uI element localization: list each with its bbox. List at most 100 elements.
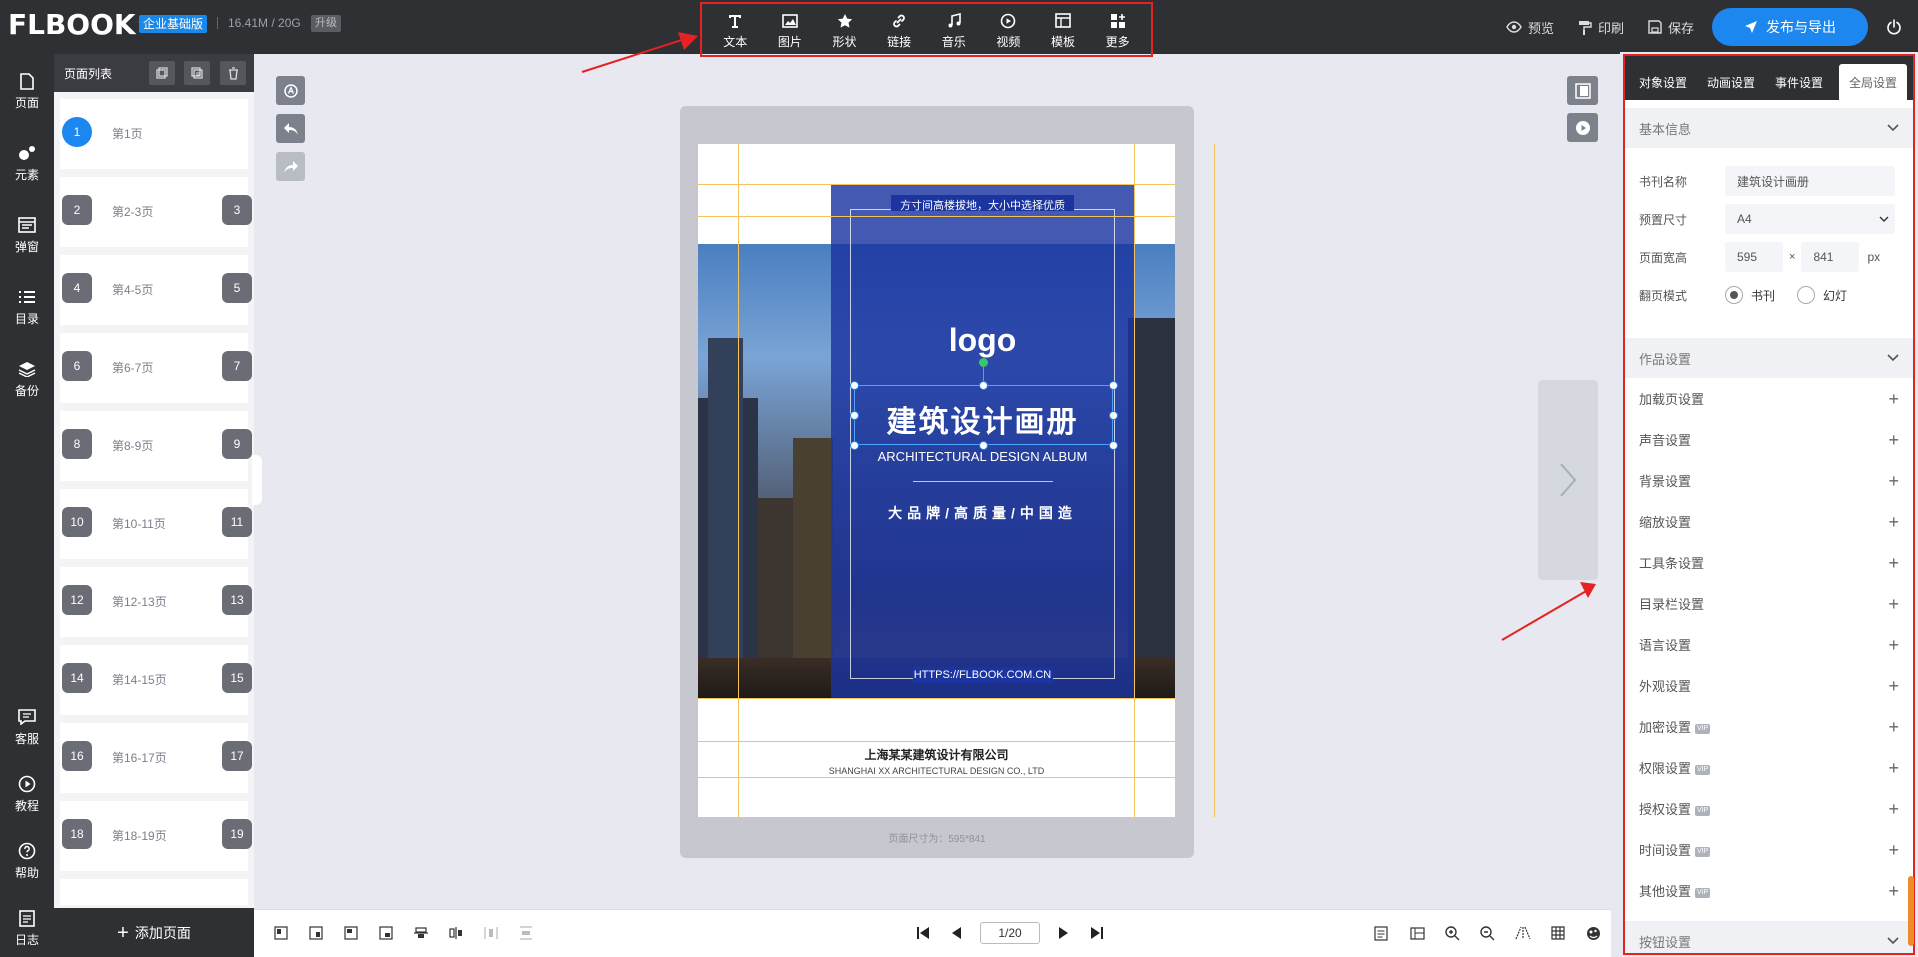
settings-item[interactable]: 声音设置 + — [1625, 419, 1913, 460]
page-item[interactable] — [60, 879, 248, 905]
nav-page[interactable]: 页面 — [0, 70, 54, 111]
nav-support[interactable]: 客服 — [0, 706, 54, 747]
section-basic-info[interactable]: 基本信息 — [1625, 108, 1913, 148]
power-icon[interactable] — [1882, 19, 1906, 35]
next-page-button-bottom[interactable] — [1050, 922, 1076, 944]
cover-tagline[interactable]: 大品牌/高质量/中国造 — [831, 503, 1134, 523]
selection-box[interactable] — [854, 385, 1113, 445]
publish-export-button[interactable]: 发布与导出 — [1712, 8, 1868, 46]
scrollbar[interactable] — [1908, 876, 1914, 946]
align-bottom-icon[interactable] — [307, 924, 325, 942]
layout-icon[interactable] — [1408, 924, 1426, 942]
distribute-h-icon[interactable] — [482, 924, 500, 942]
page-width-input[interactable]: 595 — [1725, 242, 1783, 272]
resize-handle[interactable] — [979, 381, 988, 390]
settings-item[interactable]: 外观设置 + — [1625, 665, 1913, 706]
resize-handle[interactable] — [850, 381, 859, 390]
tab-object-settings[interactable]: 对象设置 — [1629, 64, 1697, 100]
settings-item[interactable]: 目录栏设置 + — [1625, 583, 1913, 624]
tool-image[interactable]: 图片 — [764, 10, 816, 50]
distribute-v-icon[interactable] — [517, 924, 535, 942]
settings-item[interactable]: 语言设置 + — [1625, 624, 1913, 665]
preview-button[interactable]: 预览 — [1506, 18, 1554, 37]
last-page-button[interactable] — [1084, 922, 1110, 944]
delete-page-button[interactable] — [220, 61, 246, 85]
settings-item[interactable]: 授权设置 VIP + — [1625, 788, 1913, 829]
resize-handle[interactable] — [1109, 411, 1118, 420]
first-page-button[interactable] — [910, 922, 936, 944]
nav-tutorial[interactable]: 教程 — [0, 773, 54, 814]
resize-handle[interactable] — [1109, 381, 1118, 390]
zoom-out-icon[interactable] — [1478, 924, 1496, 942]
align-left-icon[interactable] — [342, 924, 360, 942]
preset-size-select[interactable]: A4 — [1725, 204, 1895, 234]
section-button-settings[interactable]: 按钮设置 — [1625, 921, 1913, 953]
next-page-button[interactable] — [1538, 380, 1598, 580]
page-item[interactable]: 14 第14-15页 15 — [60, 645, 252, 715]
app-logo[interactable]: FLBOOK® — [8, 10, 147, 40]
page-item[interactable]: 8 第8-9页 9 — [60, 411, 252, 481]
duplicate-page-button[interactable] — [184, 61, 210, 85]
collapse-panel-handle[interactable] — [252, 455, 262, 505]
settings-item[interactable]: 背景设置 + — [1625, 460, 1913, 501]
redo-button[interactable] — [276, 152, 305, 181]
book-name-input[interactable]: 建筑设计画册 — [1725, 166, 1895, 196]
tool-text[interactable]: 文本 — [709, 10, 761, 50]
nav-toc[interactable]: 目录 — [0, 286, 54, 327]
page-item[interactable]: 10 第10-11页 11 — [60, 489, 252, 559]
settings-item[interactable]: 时间设置 VIP + — [1625, 829, 1913, 870]
save-button[interactable]: 保存 — [1648, 18, 1694, 37]
page-item[interactable]: 2 第2-3页 3 — [60, 177, 252, 247]
company-name-en[interactable]: SHANGHAI XX ARCHITECTURAL DESIGN CO., LT… — [698, 766, 1175, 776]
settings-item[interactable]: 加密设置 VIP + — [1625, 706, 1913, 747]
tab-global-settings[interactable]: 全局设置 — [1839, 64, 1908, 100]
settings-item[interactable]: 其他设置 VIP + — [1625, 870, 1913, 911]
theme-icon[interactable] — [1584, 924, 1602, 942]
settings-item[interactable]: 工具条设置 + — [1625, 542, 1913, 583]
page-item[interactable]: 16 第16-17页 17 — [60, 723, 252, 793]
copy-page-button[interactable] — [149, 61, 175, 85]
nav-help[interactable]: 帮助 — [0, 840, 54, 881]
cover-subtitle[interactable]: ARCHITECTURAL DESIGN ALBUM — [831, 449, 1134, 464]
notes-icon[interactable] — [1372, 924, 1390, 942]
company-name-cn[interactable]: 上海某某建筑设计有限公司 — [698, 746, 1175, 763]
add-page-button[interactable]: + 添加页面 — [54, 908, 254, 957]
nav-elements[interactable]: 元素 — [0, 142, 54, 183]
print-button[interactable]: 印刷 — [1578, 18, 1624, 37]
cover-logo[interactable]: logo — [831, 322, 1134, 359]
nav-backup[interactable]: 备份 — [0, 358, 54, 399]
page-number-input[interactable]: 1/20 — [980, 922, 1040, 944]
section-works-settings[interactable]: 作品设置 — [1625, 338, 1913, 378]
auto-layout-button[interactable] — [276, 76, 305, 105]
play-preview-button[interactable] — [1567, 113, 1598, 142]
tool-video[interactable]: 视频 — [982, 10, 1034, 50]
page-item[interactable]: 12 第12-13页 13 — [60, 567, 252, 637]
page-item[interactable]: 4 第4-5页 5 — [60, 255, 252, 325]
cover-url[interactable]: HTTPS://FLBOOK.COM.CN — [831, 669, 1134, 681]
prev-page-button[interactable] — [944, 922, 970, 944]
tool-template[interactable]: 模板 — [1037, 10, 1089, 50]
page-item[interactable]: 1 第1页 — [60, 99, 248, 169]
cover-slogan[interactable]: 方寸间高楼拔地，大小中选择优质 — [831, 197, 1134, 213]
flip-mode-slide-radio[interactable] — [1797, 286, 1816, 304]
flip-mode-book-radio[interactable] — [1725, 286, 1743, 304]
page-item[interactable]: 18 第18-19页 19 — [60, 801, 252, 871]
resize-handle[interactable] — [979, 441, 988, 450]
page-item[interactable]: 6 第6-7页 7 — [60, 333, 252, 403]
page-canvas[interactable]: 方寸间高楼拔地，大小中选择优质 logo 建筑设计画册 ARCHITECTURA… — [698, 144, 1175, 817]
align-right-icon[interactable] — [377, 924, 395, 942]
ruler-icon[interactable] — [1514, 924, 1532, 942]
settings-item[interactable]: 缩放设置 + — [1625, 501, 1913, 542]
tool-more[interactable]: 更多 — [1092, 10, 1144, 50]
resize-handle[interactable] — [850, 411, 859, 420]
settings-item[interactable]: 权限设置 VIP + — [1625, 747, 1913, 788]
upgrade-button[interactable]: 升级 — [311, 15, 341, 32]
tool-shape[interactable]: 形状 — [819, 10, 871, 50]
settings-item[interactable]: 加载页设置 + — [1625, 378, 1913, 419]
nav-popup[interactable]: 弹窗 — [0, 214, 54, 255]
resize-handle[interactable] — [1109, 441, 1118, 450]
tab-animation-settings[interactable]: 动画设置 — [1697, 64, 1765, 100]
nav-log[interactable]: 日志 — [0, 907, 54, 948]
page-settings-button[interactable] — [1567, 76, 1598, 105]
tab-event-settings[interactable]: 事件设置 — [1765, 64, 1833, 100]
